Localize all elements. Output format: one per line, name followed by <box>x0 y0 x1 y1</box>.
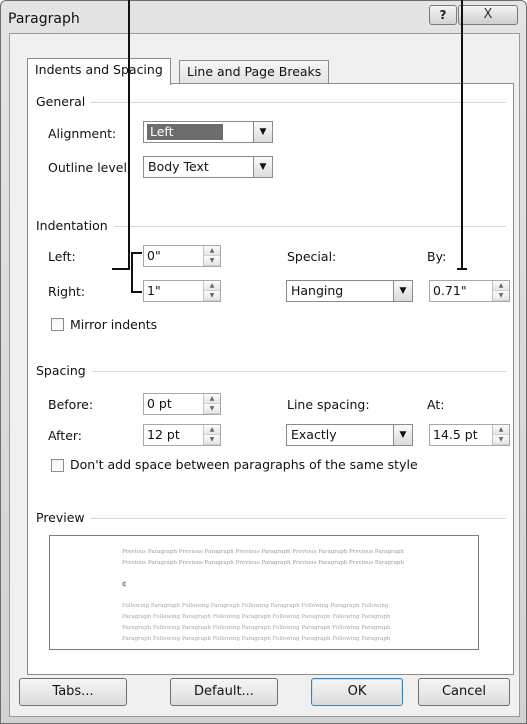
callout-line <box>112 268 130 270</box>
mirror-indents-checkbox[interactable] <box>51 318 64 331</box>
special-value: Hanging <box>291 283 344 298</box>
after-value: 12 pt <box>147 427 180 442</box>
right-indent-value: 1" <box>147 283 161 298</box>
tabs-button[interactable]: Tabs... <box>19 678 127 706</box>
special-label: Special: <box>287 249 337 264</box>
spacing-group-label: Spacing <box>36 363 92 378</box>
group-divider <box>36 518 506 519</box>
callout-bracket <box>131 291 142 293</box>
chevron-down-icon[interactable]: ▼ <box>393 281 412 301</box>
paragraph-preview: Previous Paragraph Previous Paragraph Pr… <box>49 535 479 650</box>
chevron-down-icon[interactable]: ▼ <box>253 157 272 177</box>
left-indent-spinner[interactable]: 0" ▲ ▼ <box>143 245 221 267</box>
preview-group: Preview <box>36 510 506 526</box>
group-divider <box>36 102 506 103</box>
spin-up-icon[interactable]: ▲ <box>493 425 509 435</box>
callout-bracket <box>131 252 133 293</box>
after-label: After: <box>48 428 83 443</box>
group-divider <box>36 371 506 372</box>
spin-down-icon[interactable]: ▼ <box>204 291 220 301</box>
indentation-group: Indentation <box>36 218 506 234</box>
alignment-label: Alignment: <box>48 126 117 141</box>
preview-group-label: Preview <box>36 510 91 525</box>
right-indent-label: Right: <box>48 284 86 299</box>
cancel-button[interactable]: Cancel <box>418 678 510 706</box>
ok-button[interactable]: OK <box>311 678 403 706</box>
spin-down-icon[interactable]: ▼ <box>204 256 220 266</box>
indentation-group-label: Indentation <box>36 218 114 233</box>
general-group: General <box>36 94 506 110</box>
mirror-indents-label: Mirror indents <box>70 317 158 332</box>
spin-control[interactable]: ▲ ▼ <box>203 246 220 266</box>
spin-control[interactable]: ▲ ▼ <box>203 281 220 301</box>
by-label: By: <box>427 249 447 264</box>
line-spacing-label: Line spacing: <box>287 397 370 412</box>
spin-control[interactable]: ▲ ▼ <box>203 425 220 445</box>
preview-following-line: Paragraph Following Paragraph Following … <box>122 614 391 620</box>
spin-down-icon[interactable]: ▼ <box>493 291 509 301</box>
spin-control[interactable]: ▲ ▼ <box>203 394 220 414</box>
spin-up-icon[interactable]: ▲ <box>204 425 220 435</box>
before-value: 0 pt <box>147 396 172 411</box>
spin-down-icon[interactable]: ▼ <box>493 435 509 445</box>
by-spinner[interactable]: 0.71" ▲ ▼ <box>429 280 510 302</box>
before-spinner[interactable]: 0 pt ▲ ▼ <box>143 393 221 415</box>
preview-following-line: Paragraph Following Paragraph Following … <box>122 636 391 642</box>
spin-up-icon[interactable]: ▲ <box>204 281 220 291</box>
alignment-value: Left <box>147 124 223 140</box>
outline-level-value: Body Text <box>148 159 209 174</box>
callout-bracket <box>131 252 142 254</box>
chevron-down-icon[interactable]: ▼ <box>253 122 272 142</box>
dont-add-space-checkbox[interactable] <box>51 459 64 472</box>
preview-previous-line: Previous Paragraph Previous Paragraph Pr… <box>122 549 405 555</box>
at-spinner[interactable]: 14.5 pt ▲ ▼ <box>429 424 510 446</box>
outline-level-dropdown[interactable]: Body Text ▼ <box>143 156 273 178</box>
callout-line <box>461 0 463 270</box>
after-spinner[interactable]: 12 pt ▲ ▼ <box>143 424 221 446</box>
line-spacing-dropdown[interactable]: Exactly ▼ <box>286 424 413 446</box>
general-group-label: General <box>36 94 92 109</box>
alignment-dropdown[interactable]: Left ▼ <box>143 121 273 143</box>
spin-up-icon[interactable]: ▲ <box>493 281 509 291</box>
special-dropdown[interactable]: Hanging ▼ <box>286 280 413 302</box>
callout-line <box>457 268 467 270</box>
line-spacing-value: Exactly <box>291 427 337 442</box>
at-value: 14.5 pt <box>433 427 478 442</box>
right-indent-spinner[interactable]: 1" ▲ ▼ <box>143 280 221 302</box>
left-indent-label: Left: <box>48 249 76 264</box>
preview-following-line: Following Paragraph Following Paragraph … <box>122 603 389 609</box>
by-value: 0.71" <box>433 283 467 298</box>
outline-level-label: Outline level: <box>48 160 132 175</box>
spin-up-icon[interactable]: ▲ <box>204 246 220 256</box>
preview-current-mark: ¢ <box>122 580 127 588</box>
spin-control[interactable]: ▲ ▼ <box>492 425 509 445</box>
before-label: Before: <box>48 397 94 412</box>
default-button[interactable]: Default... <box>170 678 278 706</box>
at-label: At: <box>427 397 445 412</box>
spacing-group: Spacing <box>36 363 506 379</box>
callout-line <box>128 0 130 270</box>
preview-previous-line: Previous Paragraph Previous Paragraph Pr… <box>122 560 405 566</box>
chevron-down-icon[interactable]: ▼ <box>393 425 412 445</box>
spin-down-icon[interactable]: ▼ <box>204 435 220 445</box>
preview-following-line: Paragraph Following Paragraph Following … <box>122 625 391 631</box>
left-indent-value: 0" <box>147 248 161 263</box>
spin-down-icon[interactable]: ▼ <box>204 404 220 414</box>
spin-control[interactable]: ▲ ▼ <box>492 281 509 301</box>
spin-up-icon[interactable]: ▲ <box>204 394 220 404</box>
dont-add-space-label: Don't add space between paragraphs of th… <box>70 457 418 472</box>
